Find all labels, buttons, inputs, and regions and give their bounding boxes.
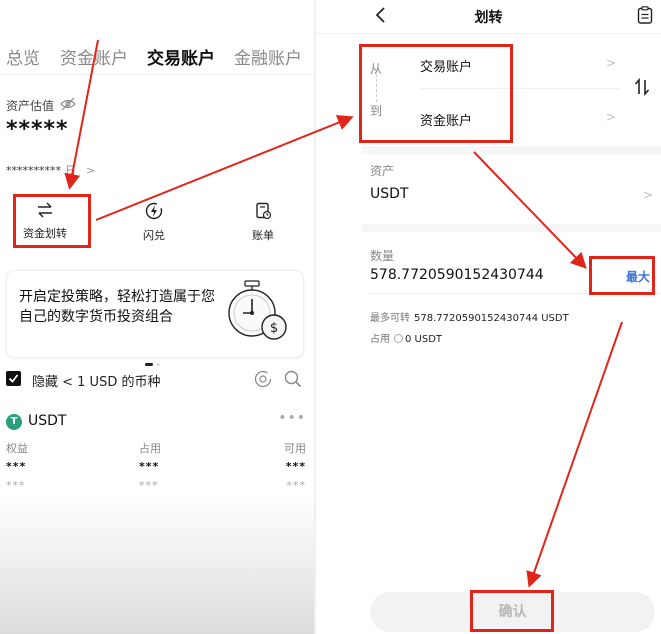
search-icon[interactable] [284, 370, 302, 388]
occupied-value: *** [139, 460, 160, 473]
coin-row-usdt[interactable]: T USDT ••• [6, 410, 306, 432]
section-gap [362, 146, 661, 154]
quick-actions: 资金划转 闪兑 账单 [0, 198, 316, 248]
flash-swap-label: 闪兑 [143, 229, 165, 242]
dca-promo-banner[interactable]: 开启定投策略，轻松打造属于您自己的数字货币投资组合 $ [6, 270, 304, 366]
record-icon[interactable] [637, 6, 653, 24]
flash-swap-button[interactable]: 闪兑 [119, 198, 189, 243]
available-value: *** [285, 460, 306, 473]
trading-account-screen: 总览 资金账户 交易账户 金融账户 资产估值 ***** ********** 日… [0, 0, 316, 634]
equity-header: 权益 [6, 442, 28, 455]
bottom-fade [0, 495, 316, 634]
occupied-sub: *** [139, 479, 159, 492]
transfer-screen: 划转 从 到 交易账户 > 资金账户 > 资产 USDT > 数量 578.77… [316, 0, 661, 634]
from-account-value[interactable]: 交易账户 [420, 56, 472, 75]
hide-small-label: 隐藏 < 1 USD 的币种 [32, 375, 161, 390]
check-icon [8, 374, 19, 383]
equity-value: *** [6, 460, 27, 473]
chevron-right-icon: > [642, 188, 653, 202]
hide-small-balances-row: 隐藏 < 1 USD 的币种 [6, 370, 302, 390]
transfer-icon [38, 202, 52, 218]
coin-name: USDT [28, 413, 67, 429]
carousel-dots [145, 351, 163, 370]
equity-column: 权益 *** *** [6, 440, 28, 492]
asset-sub-row[interactable]: ********** 日 > [6, 162, 95, 178]
tab-trading-account[interactable]: 交易账户 [147, 44, 215, 69]
asset-estimate-label: 资产估值 [6, 99, 55, 113]
filter-icon[interactable] [254, 370, 272, 388]
quantity-input[interactable]: 578.7720590152430744 [370, 267, 544, 283]
transfer-button[interactable]: 资金划转 [10, 198, 80, 241]
stopwatch-coin-icon: $ [228, 280, 287, 340]
available-sub: *** [286, 479, 306, 492]
from-to-selector: 从 到 交易账户 > 资金账户 > [364, 44, 630, 140]
max-transferable-row: 最多可转 578.7720590152430744 USDT [370, 309, 569, 324]
occupied-column: 占用 *** *** [139, 440, 161, 492]
to-account-value[interactable]: 资金账户 [420, 110, 472, 129]
tab-divider [0, 74, 316, 75]
tab-funding-account[interactable]: 资金账户 [60, 44, 128, 69]
asset-section-label: 资产 [370, 164, 395, 178]
svg-text:$: $ [270, 321, 278, 336]
quantity-underline [370, 293, 661, 294]
more-options-icon[interactable]: ••• [278, 410, 306, 426]
equity-sub: *** [6, 479, 26, 492]
asset-sub-date: 日 [65, 164, 76, 177]
occupied-label: 占用 [370, 334, 390, 345]
bill-label: 账单 [252, 229, 274, 242]
chevron-right-icon: > [605, 110, 616, 124]
available-column: 可用 *** *** [284, 440, 306, 492]
chevron-right-icon: > [605, 56, 616, 70]
promo-text: 开启定投策略，轻松打造属于您自己的数字货币投资组合 [19, 289, 215, 325]
clock-icon [394, 334, 403, 343]
occupied-header: 占用 [139, 442, 161, 455]
bill-button[interactable]: 账单 [228, 198, 298, 243]
available-header: 可用 [284, 442, 306, 455]
carousel-dot [156, 363, 160, 366]
coin-balances: 权益 *** *** 占用 *** *** 可用 *** *** [6, 440, 306, 492]
transfer-label: 资金划转 [23, 227, 67, 240]
account-tabs: 总览 资金账户 交易账户 金融账户 [6, 38, 316, 70]
page-title: 划转 [474, 10, 503, 26]
header-divider [316, 33, 661, 34]
eye-hidden-icon[interactable] [60, 97, 76, 111]
bill-icon [256, 202, 272, 220]
usdt-logo-icon: T [6, 414, 22, 430]
to-label: 到 [370, 104, 383, 118]
from-to-divider [420, 88, 620, 89]
tab-finance-account[interactable]: 金融账户 [234, 44, 302, 69]
occupied-row: 占用 0 USDT [370, 330, 442, 345]
occupied-value: 0 USDT [405, 334, 443, 345]
hide-small-checkbox[interactable] [6, 371, 21, 386]
confirm-button[interactable]: 确认 [370, 592, 655, 632]
max-button[interactable]: 最大 [626, 268, 650, 285]
chevron-right-icon: > [86, 164, 96, 177]
flash-swap-icon [145, 202, 163, 220]
section-gap [362, 224, 661, 232]
tab-overview[interactable]: 总览 [6, 44, 40, 69]
carousel-dot-active [145, 363, 153, 366]
swap-direction-icon[interactable] [634, 78, 650, 96]
asset-estimate-value: ***** [6, 117, 69, 142]
max-transferable-label: 最多可转 [370, 313, 410, 324]
asset-sub-masked: ********** [6, 164, 61, 177]
max-transferable-value: 578.7720590152430744 USDT [414, 313, 569, 324]
asset-selector-value[interactable]: USDT [370, 186, 408, 202]
from-to-connector [376, 74, 377, 102]
quantity-label: 数量 [370, 249, 395, 263]
